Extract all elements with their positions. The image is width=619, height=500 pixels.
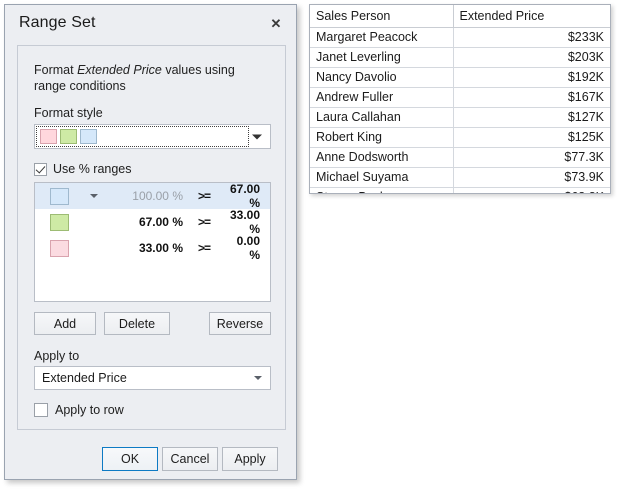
apply-to-select[interactable]: Extended Price — [34, 366, 271, 390]
description-field: Extended Price — [77, 63, 162, 77]
range-row[interactable]: 67.00 %>=33.00 % — [35, 209, 270, 235]
sales-person-cell[interactable]: Michael Suyama — [310, 167, 453, 187]
extended-price-cell[interactable]: $167K — [453, 87, 610, 107]
range-row[interactable]: 100.00 %>=67.00 % — [35, 183, 270, 209]
grid-column-header[interactable]: Sales Person — [310, 5, 453, 27]
checkmark-icon — [34, 163, 47, 176]
use-percent-ranges-checkbox[interactable]: Use % ranges — [34, 162, 132, 176]
apply-to-row-checkbox[interactable]: Apply to row — [34, 403, 124, 417]
reverse-button[interactable]: Reverse — [209, 312, 271, 335]
format-style-combo[interactable] — [34, 124, 271, 149]
sales-person-cell[interactable]: Robert King — [310, 127, 453, 147]
sales-person-cell[interactable]: Steven Buchanan — [310, 187, 453, 194]
range-from-value[interactable]: 100.00 % — [105, 189, 183, 203]
swatch-green-icon — [60, 129, 77, 144]
apply-to-row-label: Apply to row — [55, 403, 124, 417]
table-row[interactable]: Robert King$125K — [310, 127, 610, 147]
range-operator: >= — [183, 189, 225, 203]
sales-person-cell[interactable]: Margaret Peacock — [310, 27, 453, 47]
dialog-group-panel: Format Extended Price values using range… — [17, 45, 286, 430]
range-operator: >= — [183, 215, 225, 229]
sales-person-cell[interactable]: Nancy Davolio — [310, 67, 453, 87]
sales-person-cell[interactable]: Anne Dodsworth — [310, 147, 453, 167]
range-color-swatch-cell[interactable] — [35, 188, 83, 205]
apply-button[interactable]: Apply — [222, 447, 278, 471]
range-from-value[interactable]: 67.00 % — [105, 215, 183, 229]
grid-column-header[interactable]: Extended Price — [453, 5, 610, 27]
range-color-swatch-icon — [50, 188, 69, 205]
range-from-value[interactable]: 33.00 % — [105, 241, 183, 255]
use-percent-ranges-label: Use % ranges — [53, 162, 132, 176]
range-to-value[interactable]: 67.00 % — [225, 182, 270, 210]
grid-table: Sales PersonExtended Price Margaret Peac… — [310, 5, 610, 194]
extended-price-cell[interactable]: $127K — [453, 107, 610, 127]
apply-to-label: Apply to — [34, 349, 79, 363]
chevron-down-icon — [254, 376, 262, 380]
format-style-preview — [36, 126, 249, 147]
sales-person-cell[interactable]: Andrew Fuller — [310, 87, 453, 107]
table-row[interactable]: Michael Suyama$73.9K — [310, 167, 610, 187]
range-set-dialog: Range Set ✕ Format Extended Price values… — [4, 4, 297, 480]
range-color-dropdown[interactable] — [83, 194, 105, 198]
table-row[interactable]: Nancy Davolio$192K — [310, 67, 610, 87]
checkbox-box-icon — [34, 403, 48, 417]
apply-to-value: Extended Price — [42, 371, 127, 385]
extended-price-cell[interactable]: $77.3K — [453, 147, 610, 167]
sales-person-cell[interactable]: Janet Leverling — [310, 47, 453, 67]
description-prefix: Format — [34, 63, 77, 77]
sales-person-cell[interactable]: Laura Callahan — [310, 107, 453, 127]
table-row[interactable]: Anne Dodsworth$77.3K — [310, 147, 610, 167]
extended-price-cell[interactable]: $233K — [453, 27, 610, 47]
dialog-description: Format Extended Price values using range… — [34, 62, 266, 94]
range-row[interactable]: 33.00 %>=0.00 % — [35, 235, 270, 261]
table-row[interactable]: Janet Leverling$203K — [310, 47, 610, 67]
table-row[interactable]: Steven Buchanan$68.8K — [310, 187, 610, 194]
swatch-blue-icon — [80, 129, 97, 144]
range-color-swatch-icon — [50, 240, 69, 257]
swatch-pink-icon — [40, 129, 57, 144]
table-row[interactable]: Laura Callahan$127K — [310, 107, 610, 127]
extended-price-cell[interactable]: $73.9K — [453, 167, 610, 187]
range-to-value[interactable]: 0.00 % — [225, 234, 270, 262]
table-row[interactable]: Andrew Fuller$167K — [310, 87, 610, 107]
dialog-title: Range Set — [19, 14, 96, 32]
ok-button[interactable]: OK — [102, 447, 158, 471]
dialog-titlebar: Range Set ✕ — [5, 5, 296, 43]
add-button[interactable]: Add — [34, 312, 96, 335]
grid-header-row: Sales PersonExtended Price — [310, 5, 610, 27]
delete-button[interactable]: Delete — [104, 312, 170, 335]
chevron-down-icon — [90, 194, 98, 198]
cancel-button[interactable]: Cancel — [162, 447, 218, 471]
sales-data-grid: Sales PersonExtended Price Margaret Peac… — [309, 4, 611, 194]
range-operator: >= — [183, 241, 225, 255]
range-color-swatch-icon — [50, 214, 69, 231]
close-icon[interactable]: ✕ — [265, 14, 287, 34]
ranges-list[interactable]: 100.00 %>=67.00 %67.00 %>=33.00 %33.00 %… — [34, 182, 271, 302]
range-color-swatch-cell[interactable] — [35, 214, 83, 231]
range-to-value[interactable]: 33.00 % — [225, 208, 270, 236]
range-color-swatch-cell[interactable] — [35, 240, 83, 257]
extended-price-cell[interactable]: $192K — [453, 67, 610, 87]
extended-price-cell[interactable]: $68.8K — [453, 187, 610, 194]
table-row[interactable]: Margaret Peacock$233K — [310, 27, 610, 47]
extended-price-cell[interactable]: $125K — [453, 127, 610, 147]
format-style-label: Format style — [34, 106, 103, 120]
extended-price-cell[interactable]: $203K — [453, 47, 610, 67]
chevron-down-icon — [252, 134, 262, 139]
